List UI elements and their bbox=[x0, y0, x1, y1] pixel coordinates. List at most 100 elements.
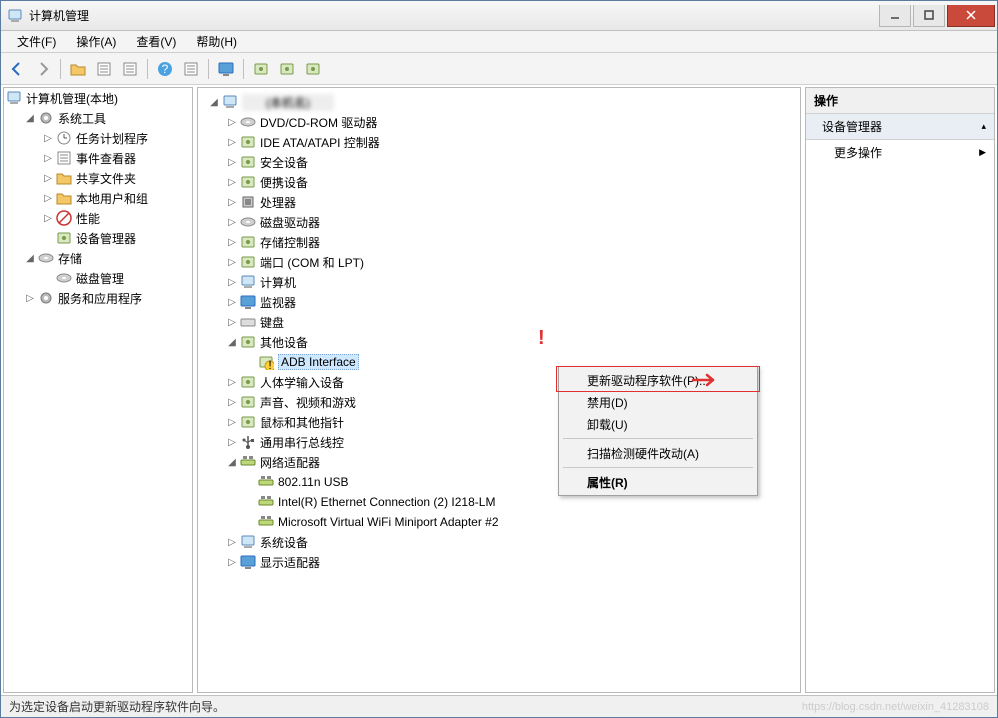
actions-more-label: 更多操作 bbox=[834, 144, 882, 161]
computer-icon bbox=[222, 94, 238, 110]
update-driver-button[interactable] bbox=[249, 57, 273, 81]
dev-portable[interactable]: ▷便携设备 bbox=[224, 172, 796, 192]
dev-ide[interactable]: ▷IDE ATA/ATAPI 控制器 bbox=[224, 132, 796, 152]
menu-file[interactable]: 文件(F) bbox=[7, 31, 66, 52]
tree-system-tools[interactable]: ◢ 系统工具 bbox=[22, 108, 192, 128]
dev-disk[interactable]: ▷磁盘驱动器 bbox=[224, 212, 796, 232]
up-button[interactable] bbox=[66, 57, 90, 81]
ctx-disable[interactable]: 禁用(D) bbox=[561, 391, 755, 413]
clock-icon bbox=[56, 130, 72, 146]
tree-services-apps[interactable]: ▷服务和应用程序 bbox=[22, 288, 192, 308]
dev-ports[interactable]: ▷端口 (COM 和 LPT) bbox=[224, 252, 796, 272]
tree-performance[interactable]: ▷性能 bbox=[40, 208, 192, 228]
expand-icon[interactable]: ▷ bbox=[42, 212, 54, 224]
menubar: 文件(F) 操作(A) 查看(V) 帮助(H) bbox=[1, 31, 997, 53]
properties-button[interactable] bbox=[118, 57, 142, 81]
storage-ctrl-icon bbox=[240, 234, 256, 250]
users-icon bbox=[56, 190, 72, 206]
tree-storage[interactable]: ◢ 存储 bbox=[22, 248, 192, 268]
ports-icon bbox=[240, 254, 256, 270]
tree-disk-mgmt[interactable]: 磁盘管理 bbox=[40, 268, 192, 288]
tree-device-manager[interactable]: 设备管理器 bbox=[40, 228, 192, 248]
actions-more[interactable]: 更多操作 ▶ bbox=[806, 140, 994, 165]
warning-device-icon bbox=[258, 354, 274, 370]
dev-storage-ctrl[interactable]: ▷存储控制器 bbox=[224, 232, 796, 252]
app-icon bbox=[7, 8, 23, 24]
tree-task-scheduler[interactable]: ▷任务计划程序 bbox=[40, 128, 192, 148]
storage-icon bbox=[38, 250, 54, 266]
ctx-scan-hardware[interactable]: 扫描检测硬件改动(A) bbox=[561, 442, 755, 464]
dev-net-virtual-wifi[interactable]: Microsoft Virtual WiFi Miniport Adapter … bbox=[242, 512, 796, 532]
help-button[interactable] bbox=[153, 57, 177, 81]
tree-root[interactable]: 计算机管理(本地) bbox=[4, 88, 192, 108]
close-button[interactable] bbox=[947, 5, 995, 27]
actions-pane: 操作 设备管理器 ▴ 更多操作 ▶ bbox=[805, 87, 995, 693]
actions-subheader[interactable]: 设备管理器 ▴ bbox=[806, 114, 994, 140]
expand-icon[interactable]: ▷ bbox=[42, 172, 54, 184]
ctx-separator bbox=[563, 467, 753, 468]
chevron-right-icon: ▶ bbox=[979, 147, 986, 158]
services-icon bbox=[38, 290, 54, 306]
dev-security[interactable]: ▷安全设备 bbox=[224, 152, 796, 172]
expand-icon[interactable]: ◢ bbox=[208, 96, 220, 108]
tree-event-viewer[interactable]: ▷事件查看器 bbox=[40, 148, 192, 168]
nic-icon bbox=[258, 474, 274, 490]
statusbar-text: 为选定设备启动更新驱动程序软件向导。 bbox=[9, 698, 225, 715]
disable-button[interactable] bbox=[301, 57, 325, 81]
tree-local-users[interactable]: ▷本地用户和组 bbox=[40, 188, 192, 208]
menu-help[interactable]: 帮助(H) bbox=[186, 31, 247, 52]
device-root[interactable]: ◢(本机名) bbox=[206, 92, 796, 112]
dev-monitor[interactable]: ▷监视器 bbox=[224, 292, 796, 312]
collapse-icon[interactable]: ▴ bbox=[981, 121, 986, 132]
console-button[interactable] bbox=[179, 57, 203, 81]
dev-keyboard[interactable]: ▷键盘 bbox=[224, 312, 796, 332]
uninstall-button[interactable] bbox=[275, 57, 299, 81]
tools-icon bbox=[38, 110, 54, 126]
menu-view[interactable]: 查看(V) bbox=[126, 31, 186, 52]
event-icon bbox=[56, 150, 72, 166]
show-hide-tree-button[interactable] bbox=[92, 57, 116, 81]
hid-icon bbox=[240, 374, 256, 390]
tree-shared-folders[interactable]: ▷共享文件夹 bbox=[40, 168, 192, 188]
menu-action[interactable]: 操作(A) bbox=[66, 31, 126, 52]
minimize-button[interactable] bbox=[879, 5, 911, 27]
folder-icon bbox=[56, 170, 72, 186]
device-tree-pane[interactable]: ◢(本机名) ▷DVD/CD-ROM 驱动器 ▷IDE ATA/ATAPI 控制… bbox=[197, 87, 801, 693]
actions-subheader-label: 设备管理器 bbox=[822, 118, 882, 135]
dev-other[interactable]: ◢其他设备 bbox=[224, 332, 796, 352]
disk-icon bbox=[56, 270, 72, 286]
computer-icon bbox=[6, 90, 22, 106]
ctx-uninstall[interactable]: 卸载(U) bbox=[561, 413, 755, 435]
expand-icon[interactable]: ◢ bbox=[24, 252, 36, 264]
nav-back-button[interactable] bbox=[5, 57, 29, 81]
toolbar-sep bbox=[243, 59, 244, 79]
display-icon bbox=[240, 554, 256, 570]
computer-icon bbox=[240, 274, 256, 290]
ctx-properties[interactable]: 属性(R) bbox=[561, 471, 755, 493]
mouse-icon bbox=[240, 414, 256, 430]
maximize-button[interactable] bbox=[913, 5, 945, 27]
expand-icon[interactable]: ◢ bbox=[24, 112, 36, 124]
console-tree-pane[interactable]: 计算机管理(本地) ◢ 系统工具 ▷任务计划程序 ▷事件查看器 bbox=[3, 87, 193, 693]
dev-cpu[interactable]: ▷处理器 bbox=[224, 192, 796, 212]
nav-forward-button[interactable] bbox=[31, 57, 55, 81]
portable-icon bbox=[240, 174, 256, 190]
expand-icon[interactable]: ▷ bbox=[42, 132, 54, 144]
dev-display[interactable]: ▷显示适配器 bbox=[224, 552, 796, 572]
ide-icon bbox=[240, 134, 256, 150]
expand-icon[interactable]: ▷ bbox=[24, 292, 36, 304]
statusbar: 为选定设备启动更新驱动程序软件向导。 https://blog.csdn.net… bbox=[1, 695, 997, 717]
toolbar-sep bbox=[147, 59, 148, 79]
ctx-update-driver[interactable]: 更新驱动程序软件(P)... bbox=[561, 369, 755, 391]
network-icon bbox=[240, 454, 256, 470]
scan-hardware-button[interactable] bbox=[214, 57, 238, 81]
titlebar[interactable]: 计算机管理 bbox=[1, 1, 997, 31]
toolbar bbox=[1, 53, 997, 85]
window-title: 计算机管理 bbox=[29, 7, 877, 24]
disc-icon bbox=[240, 114, 256, 130]
expand-icon[interactable]: ▷ bbox=[42, 152, 54, 164]
dev-computer[interactable]: ▷计算机 bbox=[224, 272, 796, 292]
expand-icon[interactable]: ▷ bbox=[42, 192, 54, 204]
dev-dvd[interactable]: ▷DVD/CD-ROM 驱动器 bbox=[224, 112, 796, 132]
dev-system[interactable]: ▷系统设备 bbox=[224, 532, 796, 552]
